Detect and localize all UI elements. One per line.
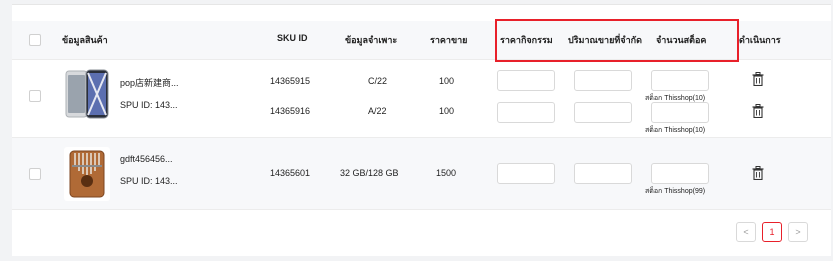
sku-2-spec: A/22	[368, 106, 387, 116]
sku-1-activity-price-input[interactable]	[497, 70, 555, 91]
header-sku-id: SKU ID	[277, 33, 308, 43]
trash-icon	[752, 72, 764, 87]
sku-1-spec: C/22	[368, 76, 388, 86]
sku-2-id: 14365916	[270, 106, 311, 116]
header-product-info: ข้อมูลสินค้า	[62, 35, 108, 45]
header-spec: ข้อมูลจำเพาะ	[345, 35, 398, 45]
trash-icon	[752, 104, 764, 119]
top-divider	[12, 4, 831, 5]
product-1-spu: SPU ID: 143...	[120, 100, 178, 110]
sku-3-stock-label: สต็อก Thisshop(99)	[645, 188, 706, 195]
editable-columns-highlight	[495, 19, 739, 62]
product-2-checkbox[interactable]	[29, 168, 41, 180]
header-price: ราคาขาย	[430, 35, 468, 45]
row-divider	[12, 137, 831, 138]
sku-1-price: 100	[439, 76, 455, 86]
sku-1-delete-button[interactable]	[752, 72, 764, 87]
product-1-name[interactable]: pop店新建商...	[120, 76, 179, 89]
sku-2-limit-qty-input[interactable]	[574, 102, 632, 123]
pagination-page-1[interactable]: 1	[762, 222, 782, 242]
pagination-prev-button[interactable]: <	[736, 222, 756, 242]
product-2-spu: SPU ID: 143...	[120, 176, 178, 186]
sku-3-delete-button[interactable]	[752, 166, 764, 181]
header-action: ดำเนินการ	[739, 35, 781, 45]
select-all-checkbox[interactable]	[29, 34, 41, 46]
sku-2-activity-price-input[interactable]	[497, 102, 555, 123]
trash-icon	[752, 166, 764, 181]
sku-1-stock-qty-input[interactable]	[651, 70, 709, 91]
sku-1-limit-qty-input[interactable]	[574, 70, 632, 91]
sku-1-id: 14365915	[270, 76, 311, 86]
pagination-next-button[interactable]: >	[788, 222, 808, 242]
sku-3-id: 14365601	[270, 168, 311, 178]
product-2-name[interactable]: gdft456456...	[120, 154, 173, 164]
sku-2-stock-label: สต็อก Thisshop(10)	[645, 127, 706, 134]
sku-2-price: 100	[439, 106, 455, 116]
sku-3-spec: 32 GB/128 GB	[340, 168, 399, 178]
sku-2-stock-qty-input[interactable]	[651, 102, 709, 123]
product-1-checkbox[interactable]	[29, 90, 41, 102]
row-divider	[12, 209, 831, 210]
product-2-image	[64, 147, 110, 201]
sku-2-delete-button[interactable]	[752, 104, 764, 119]
sku-3-limit-qty-input[interactable]	[574, 163, 632, 184]
phone-product-icon	[65, 69, 109, 119]
sku-3-stock-qty-input[interactable]	[651, 163, 709, 184]
sku-3-price: 1500	[436, 168, 457, 178]
kalimba-product-icon	[69, 150, 105, 198]
sku-3-activity-price-input[interactable]	[497, 163, 555, 184]
product-1-image	[64, 68, 110, 122]
activity-products-panel: ข้อมูลสินค้า SKU ID ข้อมูลจำเพาะ ราคาขาย…	[12, 4, 831, 256]
